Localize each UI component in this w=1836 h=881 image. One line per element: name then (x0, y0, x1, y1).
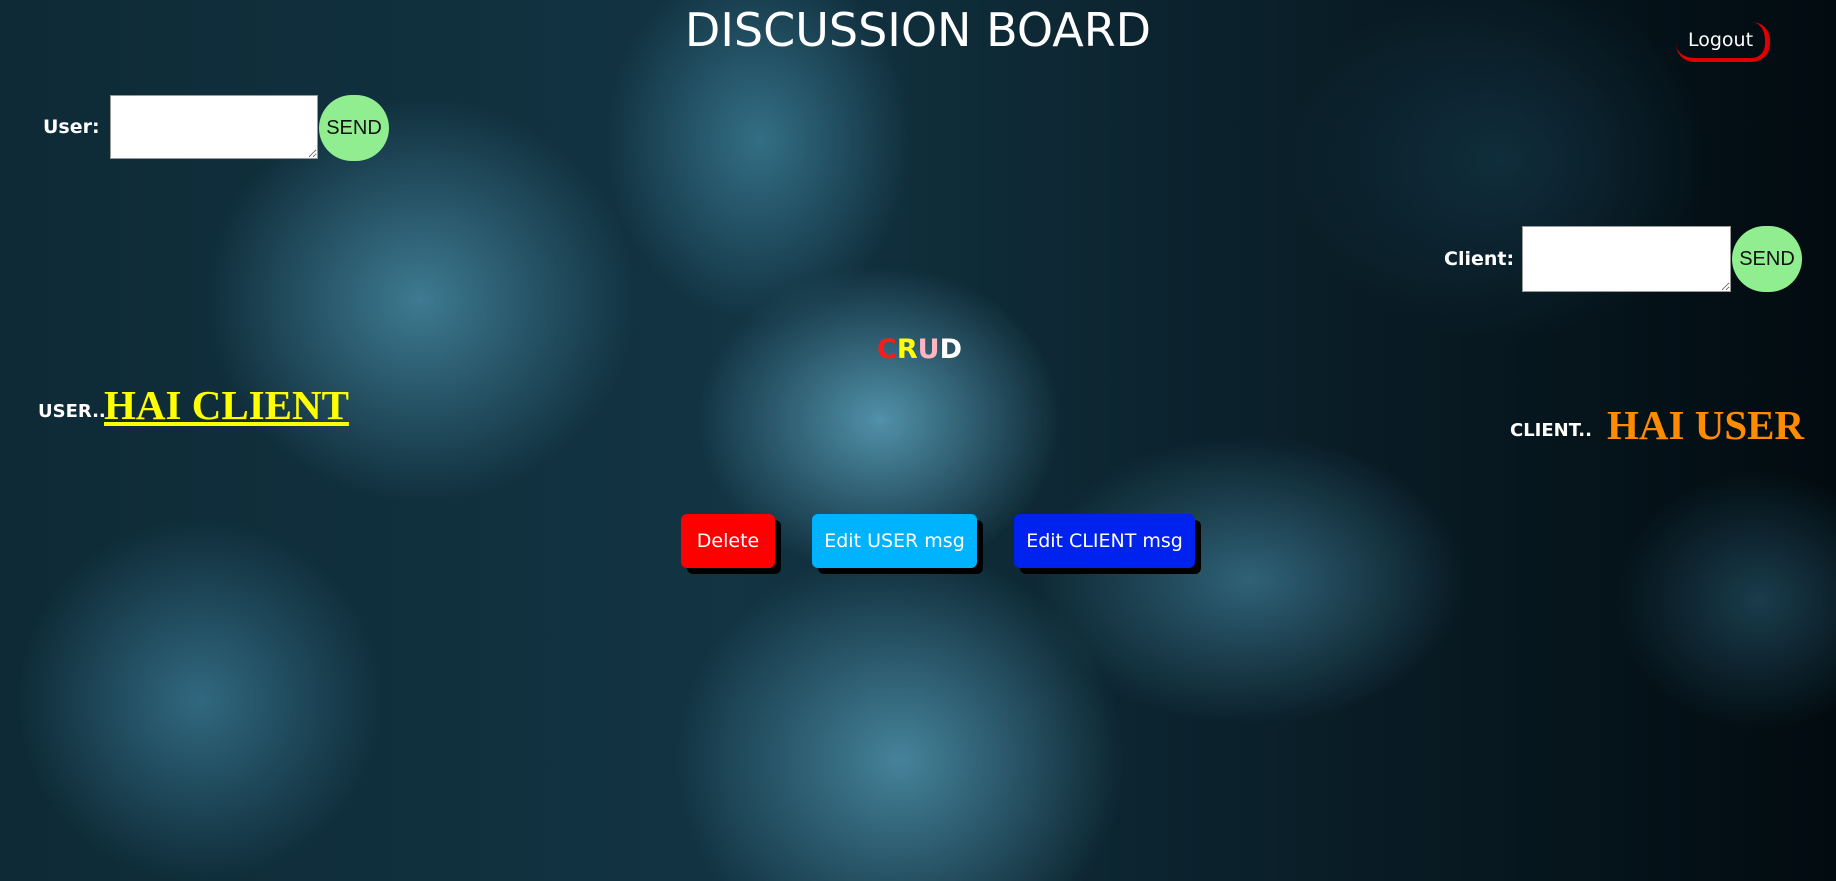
crud-heading: CRUD (877, 334, 962, 365)
logout-button[interactable]: Logout (1676, 22, 1770, 62)
crud-letter-c: C (877, 334, 897, 365)
client-message-prefix: CLIENT.. (1510, 420, 1592, 441)
client-message-text: HAI USER (1607, 402, 1805, 448)
client-send-button[interactable]: SEND (1732, 226, 1802, 292)
user-message-prefix: USER.. (38, 401, 106, 422)
user-input-label: User: (43, 116, 100, 138)
crud-letter-d: D (939, 334, 962, 365)
client-message-input[interactable] (1522, 226, 1731, 292)
user-message-input[interactable] (110, 95, 318, 159)
crud-letter-u: U (917, 334, 940, 365)
crud-letter-r: R (896, 334, 918, 365)
edit-user-message-button[interactable]: Edit USER msg (812, 514, 977, 568)
client-input-label: Client: (1444, 248, 1515, 270)
user-send-button[interactable]: SEND (319, 95, 389, 161)
edit-client-message-button[interactable]: Edit CLIENT msg (1014, 514, 1195, 568)
user-message-text: HAI CLIENT (104, 382, 349, 428)
page-title: DISCUSSION BOARD (684, 3, 1152, 57)
delete-button[interactable]: Delete (681, 514, 775, 568)
